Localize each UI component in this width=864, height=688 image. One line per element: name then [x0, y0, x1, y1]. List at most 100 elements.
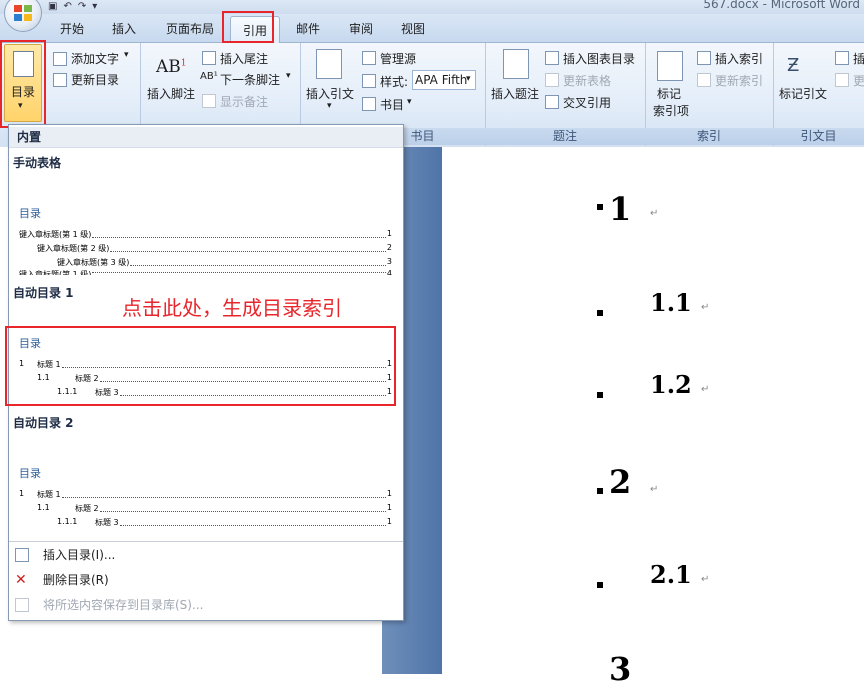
toc-preview-line: 1 标题 11 — [19, 489, 392, 499]
tab-page-layout[interactable]: 页面布局 — [166, 20, 214, 37]
add-text-icon — [53, 52, 67, 66]
update-toa-icon — [835, 73, 849, 87]
bibliography-button[interactable]: 书目 — [380, 96, 404, 113]
toc-preview-line: 键入章标题(第 3 级) 3 — [57, 257, 392, 267]
next-footnote-button[interactable]: 下一条脚注 — [220, 71, 280, 88]
auto-toc-1-highlight-box — [5, 326, 396, 406]
gallery-header: 内置 — [9, 127, 403, 148]
manage-sources-icon — [362, 51, 376, 65]
toc-preview-line: 键入章标题(第 1 级) 4 — [19, 269, 392, 275]
heading-bullet — [597, 582, 603, 588]
save-selection-label: 将所选内容保存到目录库(S)... — [43, 598, 204, 612]
paragraph-mark: ↵ — [701, 574, 710, 585]
doc-heading-3[interactable]: 3 — [609, 650, 631, 688]
mark-entry-label-line1[interactable]: 标记 — [657, 85, 681, 102]
style-select[interactable]: APA Fifth ▾ — [412, 70, 476, 90]
show-notes-icon — [202, 94, 216, 108]
doc-heading-2[interactable]: 2 — [609, 463, 631, 501]
insert-toa-icon — [835, 51, 849, 65]
insert-toc-label: 插入目录(I)... — [43, 548, 116, 562]
insert-citation-icon — [316, 49, 342, 79]
add-text-button[interactable]: 添加文字 — [71, 50, 119, 67]
menu-divider — [9, 541, 403, 542]
insert-index-button[interactable]: 插入索引 — [715, 50, 763, 67]
toc-button-highlight-box — [0, 40, 46, 128]
add-text-dropdown-icon[interactable]: ▾ — [124, 50, 129, 60]
tab-insert[interactable]: 插入 — [112, 20, 136, 37]
update-toa-button: 更 — [853, 74, 864, 88]
manage-sources-button[interactable]: 管理源 — [380, 50, 416, 67]
insert-footnote-icon: AB1 — [156, 57, 187, 77]
insert-table-of-figures-icon — [545, 51, 559, 65]
update-toc-button[interactable]: 更新目录 — [71, 71, 119, 88]
paragraph-mark: ↵ — [650, 484, 659, 495]
insert-index-icon — [697, 51, 711, 65]
remove-toc-icon: ✕ — [15, 572, 27, 588]
toc-preview-line: 1.1 标题 21 — [37, 503, 392, 513]
style-label: 样式: — [380, 75, 409, 89]
doc-heading-1-1[interactable]: 1.1 — [650, 288, 692, 317]
cross-reference-icon — [545, 95, 559, 109]
style-icon — [362, 74, 376, 88]
index-group-label: 索引 — [645, 128, 773, 145]
insert-table-of-figures-button[interactable]: 插入图表目录 — [563, 50, 635, 67]
qat-menu-icon[interactable]: ▾ — [92, 1, 97, 12]
update-table-icon — [545, 73, 559, 87]
captions-group: 插入题注 插入图表目录 更新表格 交叉引用 题注 — [485, 43, 646, 146]
doc-heading-1[interactable]: 1 — [609, 190, 631, 228]
insert-caption-icon — [503, 49, 529, 79]
cross-reference-button[interactable]: 交叉引用 — [563, 94, 611, 111]
insert-footnote-button[interactable]: 插入脚注 — [147, 85, 195, 102]
style-select-value: APA Fifth — [415, 73, 468, 87]
mark-citation-icon: Ƶ — [787, 55, 800, 76]
mark-entry-label-line2[interactable]: 索引项 — [653, 102, 689, 119]
toa-group: Ƶ 标记引文 插 更 引文目 — [773, 43, 864, 146]
captions-group-label: 题注 — [485, 128, 645, 145]
gallery-item-manual-label: 手动表格 — [13, 156, 62, 170]
next-footnote-dropdown-icon[interactable]: ▾ — [286, 71, 291, 81]
tab-mailings[interactable]: 邮件 — [296, 20, 320, 37]
gallery-item-auto-toc-2[interactable]: 自动目录 2 目录 1 标题 11 1.1 标题 21 1.1.1 标题 31 — [9, 409, 403, 539]
tab-view[interactable]: 视图 — [401, 20, 425, 37]
insert-toc-icon — [15, 548, 29, 562]
paragraph-mark: ↵ — [701, 384, 710, 395]
toc-preview-line: 键入章标题(第 1 级) 1 — [19, 229, 392, 239]
mark-citation-button[interactable]: 标记引文 — [779, 85, 827, 102]
save-icon[interactable]: ▣ — [48, 1, 57, 12]
insert-citation-dropdown-icon[interactable]: ▾ — [327, 101, 332, 111]
insert-caption-button[interactable]: 插入题注 — [491, 85, 539, 102]
office-logo-icon — [14, 5, 32, 21]
gallery-item-auto-toc-2-label: 自动目录 2 — [13, 416, 74, 430]
redo-icon[interactable]: ↷ — [78, 1, 86, 12]
doc-heading-2-1[interactable]: 2.1 — [650, 560, 692, 589]
toc-preview-line: 1.1.1 标题 31 — [57, 517, 392, 527]
remove-toc-label: 删除目录(R) — [43, 573, 109, 587]
paragraph-mark: ↵ — [701, 302, 710, 313]
toc-preview-line: 键入章标题(第 2 级) 2 — [37, 243, 392, 253]
insert-endnote-button[interactable]: 插入尾注 — [220, 50, 268, 67]
tab-home[interactable]: 开始 — [60, 20, 84, 37]
heading-bullet — [597, 204, 603, 210]
insert-toa-button[interactable]: 插 — [853, 50, 864, 67]
quick-access-toolbar: ▣ ↶ ↷ ▾ — [48, 0, 97, 12]
insert-toc-menu-item[interactable]: 插入目录(I)... — [9, 543, 403, 567]
index-group: 标记 索引项 插入索引 更新索引 索引 — [645, 43, 774, 146]
save-selection-icon — [15, 598, 29, 612]
style-select-chevron-down-icon: ▾ — [466, 74, 471, 84]
annotation-callout: 点击此处，生成目录索引 — [122, 296, 342, 320]
insert-citation-button[interactable]: 插入引文 — [306, 85, 354, 102]
insert-endnote-icon — [202, 51, 216, 65]
tab-review[interactable]: 审阅 — [349, 20, 373, 37]
show-notes-button: 显示备注 — [220, 95, 269, 109]
save-selection-menu-item: 将所选内容保存到目录库(S)... — [9, 593, 403, 617]
remove-toc-menu-item[interactable]: ✕ 删除目录(R) — [9, 568, 403, 592]
gallery-item-manual[interactable]: 手动表格 目录 键入章标题(第 1 级) 1 键入章标题(第 2 级) 2 键入章标… — [9, 149, 403, 275]
paragraph-mark: ↵ — [650, 208, 659, 219]
bibliography-dropdown-icon[interactable]: ▾ — [407, 97, 412, 107]
ribbon-tab-bar: 开始 插入 页面布局 邮件 审阅 视图 — [0, 14, 864, 42]
doc-heading-1-2[interactable]: 1.2 — [650, 370, 692, 399]
window-title: 567.docx - Microsoft Word — [703, 0, 860, 11]
heading-bullet — [597, 392, 603, 398]
undo-icon[interactable]: ↶ — [63, 1, 71, 12]
toa-group-label: 引文目 — [773, 128, 864, 145]
